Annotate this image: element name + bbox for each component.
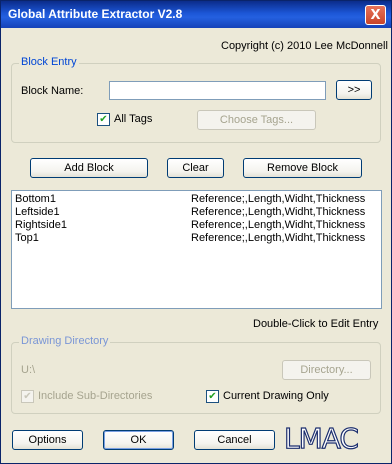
remove-block-button[interactable]: Remove Block xyxy=(243,158,362,178)
include-sub-directories-label: Include Sub-Directories xyxy=(38,390,153,402)
list-item-name: Bottom1 xyxy=(15,193,56,205)
drawing-directory-legend: Drawing Directory xyxy=(19,335,111,347)
close-icon: X xyxy=(370,7,381,23)
include-sub-directories-checkbox[interactable]: ✔ xyxy=(21,390,34,403)
add-tag-arrow-button[interactable]: >> xyxy=(336,80,372,100)
check-icon: ✔ xyxy=(208,390,217,402)
list-item-name: Leftside1 xyxy=(15,206,60,218)
all-tags-checkbox[interactable]: ✔ xyxy=(97,113,110,126)
directory-button[interactable]: Directory... xyxy=(282,360,371,380)
dialog-window: Global Attribute Extractor V2.8 X Copyri… xyxy=(0,0,392,464)
check-icon: ✔ xyxy=(99,113,108,125)
copyright-text: Copyright (c) 2010 Lee McDonnell xyxy=(221,40,388,52)
list-item-tags: Reference;,Length,Widht,Thickness xyxy=(191,219,366,231)
add-block-button[interactable]: Add Block xyxy=(30,158,148,178)
close-button[interactable]: X xyxy=(365,5,386,25)
lmac-logo: LMAC xyxy=(283,422,359,455)
cancel-button[interactable]: Cancel xyxy=(194,430,275,450)
ok-button[interactable]: OK xyxy=(103,430,174,450)
window-title: Global Attribute Extractor V2.8 xyxy=(8,7,183,21)
block-entry-legend: Block Entry xyxy=(19,56,79,68)
edit-hint-text: Double-Click to Edit Entry xyxy=(253,318,379,330)
check-icon: ✔ xyxy=(23,390,32,402)
block-entry-group xyxy=(11,63,381,143)
list-item-name: Rightside1 xyxy=(15,219,67,231)
choose-tags-button[interactable]: Choose Tags... xyxy=(197,110,316,130)
all-tags-label: All Tags xyxy=(114,113,153,125)
options-button[interactable]: Options xyxy=(12,430,83,450)
block-name-label: Block Name: xyxy=(21,85,84,97)
list-item[interactable]: Rightside1 Reference;,Length,Widht,Thick… xyxy=(15,219,375,232)
list-item-tags: Reference;,Length,Widht,Thickness xyxy=(191,206,366,218)
title-bar[interactable]: Global Attribute Extractor V2.8 X xyxy=(1,1,391,28)
list-item[interactable]: Top1 Reference;,Length,Widht,Thickness xyxy=(15,232,375,245)
list-item[interactable]: Bottom1 Reference;,Length,Widht,Thicknes… xyxy=(15,193,375,206)
list-item[interactable]: Leftside1 Reference;,Length,Widht,Thickn… xyxy=(15,206,375,219)
current-drawing-only-label: Current Drawing Only xyxy=(223,390,329,402)
current-drawing-only-checkbox[interactable]: ✔ xyxy=(206,390,219,403)
clear-button[interactable]: Clear xyxy=(167,158,224,178)
list-item-tags: Reference;,Length,Widht,Thickness xyxy=(191,232,366,244)
block-name-input[interactable] xyxy=(109,81,326,100)
list-item-name: Top1 xyxy=(15,232,39,244)
directory-path-text: U:\ xyxy=(21,364,36,376)
list-item-tags: Reference;,Length,Widht,Thickness xyxy=(191,193,366,205)
block-list[interactable]: Bottom1 Reference;,Length,Widht,Thicknes… xyxy=(11,190,382,309)
